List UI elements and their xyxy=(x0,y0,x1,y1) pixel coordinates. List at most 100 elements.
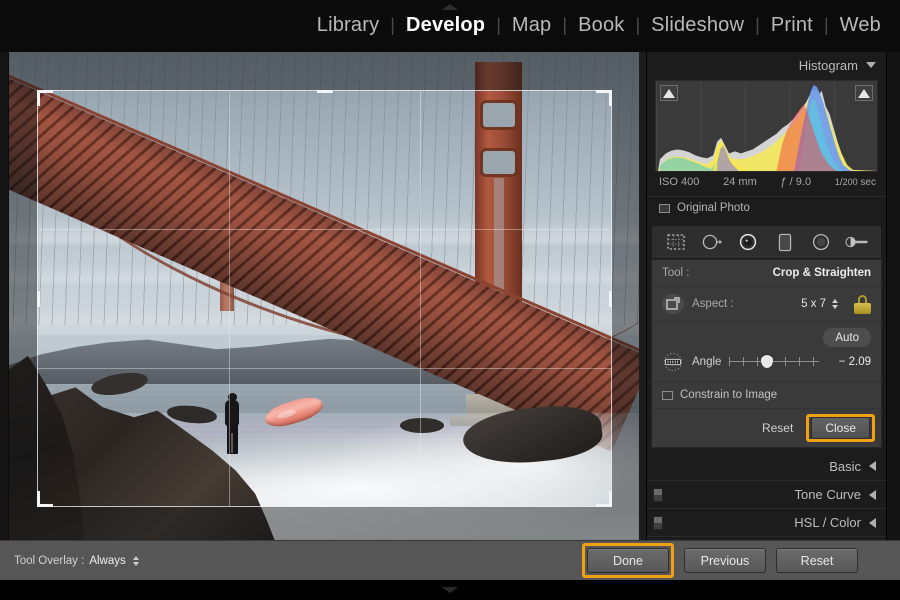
constrain-to-image-label: Constrain to Image xyxy=(680,389,778,401)
panel-section-label: Basic xyxy=(829,458,861,474)
exif-iso: ISO 400 xyxy=(659,176,700,188)
module-picker-bar: Library | Develop | Map | Book | Slidesh… xyxy=(0,0,900,52)
spot-removal-icon[interactable] xyxy=(700,230,724,254)
angle-slider[interactable] xyxy=(729,355,819,369)
surfer-leg-split xyxy=(231,432,233,453)
done-button-highlight: Done xyxy=(582,543,674,578)
tower-window xyxy=(482,102,515,127)
module-book[interactable]: Book xyxy=(567,14,635,37)
panel-switch[interactable] xyxy=(653,515,663,530)
exif-aperture: ƒ / 9.0 xyxy=(780,176,812,188)
left-panel-collapsed-strip[interactable] xyxy=(0,52,9,540)
angle-value: − 2.09 xyxy=(838,356,871,368)
exif-shutter-denominator: 200 xyxy=(842,177,858,187)
crop-tool-footer: Reset Close xyxy=(652,408,881,447)
adjustment-brush-icon[interactable] xyxy=(845,230,869,254)
aspect-value: 5 x 7 xyxy=(801,298,826,310)
padlock-closed-icon[interactable] xyxy=(854,294,871,314)
top-panel-collapse-toggle[interactable] xyxy=(0,0,900,14)
triangle-icon xyxy=(858,88,870,98)
module-web[interactable]: Web xyxy=(829,14,892,37)
tool-overlay-value: Always xyxy=(89,554,126,567)
surfer-legs xyxy=(227,423,239,454)
tool-label: Tool : xyxy=(662,267,690,279)
develop-toolbar: Tool Overlay : Always xyxy=(0,540,646,580)
panel-section-hsl-color[interactable]: HSL / Color xyxy=(647,508,886,537)
lightroom-develop-window: Library | Develop | Map | Book | Slidesh… xyxy=(0,0,900,600)
checkbox-icon[interactable] xyxy=(659,203,670,213)
angle-label: Angle xyxy=(692,356,722,368)
histogram-graph[interactable] xyxy=(655,80,878,172)
aspect-label: Aspect : xyxy=(692,298,734,310)
exif-shutter-speed: 1/200 sec xyxy=(834,177,876,188)
stepper-icon[interactable] xyxy=(832,299,838,309)
panel-switch[interactable] xyxy=(653,487,663,502)
auto-row: Auto xyxy=(652,328,881,350)
module-print[interactable]: Print xyxy=(760,14,824,37)
panel-section-tone-curve[interactable]: Tone Curve xyxy=(647,480,886,509)
slider-knob[interactable] xyxy=(761,355,774,368)
exif-shutter-numerator: 1 xyxy=(834,177,840,187)
slider-ticks xyxy=(729,357,819,366)
bottom-panel-collapse-toggle[interactable] xyxy=(0,580,900,600)
checkbox-icon[interactable] xyxy=(662,390,673,400)
previous-button[interactable]: Previous xyxy=(684,548,766,573)
angle-row: Angle − 2.09 xyxy=(652,350,881,381)
histogram-header[interactable]: Histogram xyxy=(647,52,886,78)
small-rock xyxy=(399,418,444,433)
original-photo-label: Original Photo xyxy=(677,202,750,214)
done-button[interactable]: Done xyxy=(587,548,669,573)
crop-overlay-icon[interactable] xyxy=(664,230,688,254)
chevron-left-icon[interactable] xyxy=(869,461,876,471)
crop-reset-button[interactable]: Reset xyxy=(753,418,802,438)
chevron-up-icon xyxy=(442,4,458,10)
chevron-left-icon[interactable] xyxy=(869,517,876,528)
surfer-figure xyxy=(220,392,246,455)
aspect-value-group[interactable]: 5 x 7 xyxy=(801,298,838,310)
graduated-filter-icon[interactable] xyxy=(773,230,797,254)
exif-shutter-unit: sec xyxy=(860,177,876,188)
chevron-down-icon xyxy=(442,587,458,593)
red-eye-icon[interactable] xyxy=(736,230,760,254)
straighten-tool-icon[interactable] xyxy=(662,352,684,372)
panel-section-label: Tone Curve xyxy=(794,487,861,502)
shadow-clipping-indicator[interactable] xyxy=(660,85,678,101)
radial-filter-icon[interactable] xyxy=(809,230,833,254)
auto-straighten-button[interactable]: Auto xyxy=(823,328,871,347)
chevron-left-icon[interactable] xyxy=(869,489,876,500)
highlight-clipping-indicator[interactable] xyxy=(855,85,873,101)
right-panel-edge-strip[interactable] xyxy=(886,52,900,540)
tower-window xyxy=(482,150,515,175)
original-photo-toggle[interactable]: Original Photo xyxy=(647,196,886,219)
exif-readout: ISO 400 24 mm ƒ / 9.0 1/200 sec xyxy=(659,176,876,188)
tool-overlay-selector[interactable]: Tool Overlay : Always xyxy=(0,555,139,567)
constrain-to-image-toggle[interactable]: Constrain to Image xyxy=(652,381,881,408)
tool-row: Tool : Crop & Straighten xyxy=(652,260,881,286)
module-list: Library | Develop | Map | Book | Slidesh… xyxy=(306,14,892,39)
exif-focal-length: 24 mm xyxy=(723,176,757,188)
right-panel: Histogram ISO 400 24 mm ƒ / 9.0 1 / 200 … xyxy=(646,52,886,540)
tool-value: Crop & Straighten xyxy=(772,267,871,279)
reset-button[interactable]: Reset xyxy=(776,548,858,573)
aspect-row[interactable]: Aspect : 5 x 7 xyxy=(652,286,881,321)
chevron-down-icon[interactable] xyxy=(866,62,876,68)
panel-section-split-toning[interactable]: Split Toning xyxy=(647,536,886,540)
module-slideshow[interactable]: Slideshow xyxy=(640,14,755,37)
photo-golden-gate-bridge-surfer[interactable] xyxy=(9,52,639,540)
crop-frame-icon[interactable] xyxy=(662,294,684,314)
tool-overlay-label: Tool Overlay : xyxy=(14,554,85,567)
crop-close-button[interactable]: Close xyxy=(811,417,870,439)
module-develop[interactable]: Develop xyxy=(395,14,496,37)
module-library[interactable]: Library xyxy=(306,14,391,37)
stepper-icon[interactable] xyxy=(132,555,139,566)
surfer-torso xyxy=(225,399,240,426)
module-map[interactable]: Map xyxy=(501,14,563,37)
develop-tool-strip xyxy=(651,225,882,259)
develop-action-buttons: Done Previous Reset xyxy=(568,540,900,580)
crop-tool-panel: Tool : Crop & Straighten Aspect : 5 x 7 xyxy=(651,259,882,448)
histogram-title: Histogram xyxy=(798,57,858,73)
close-button-highlight: Close xyxy=(806,414,875,442)
triangle-icon xyxy=(663,88,675,98)
panel-section-basic[interactable]: Basic xyxy=(647,452,886,481)
panel-section-label: HSL / Color xyxy=(794,515,861,530)
